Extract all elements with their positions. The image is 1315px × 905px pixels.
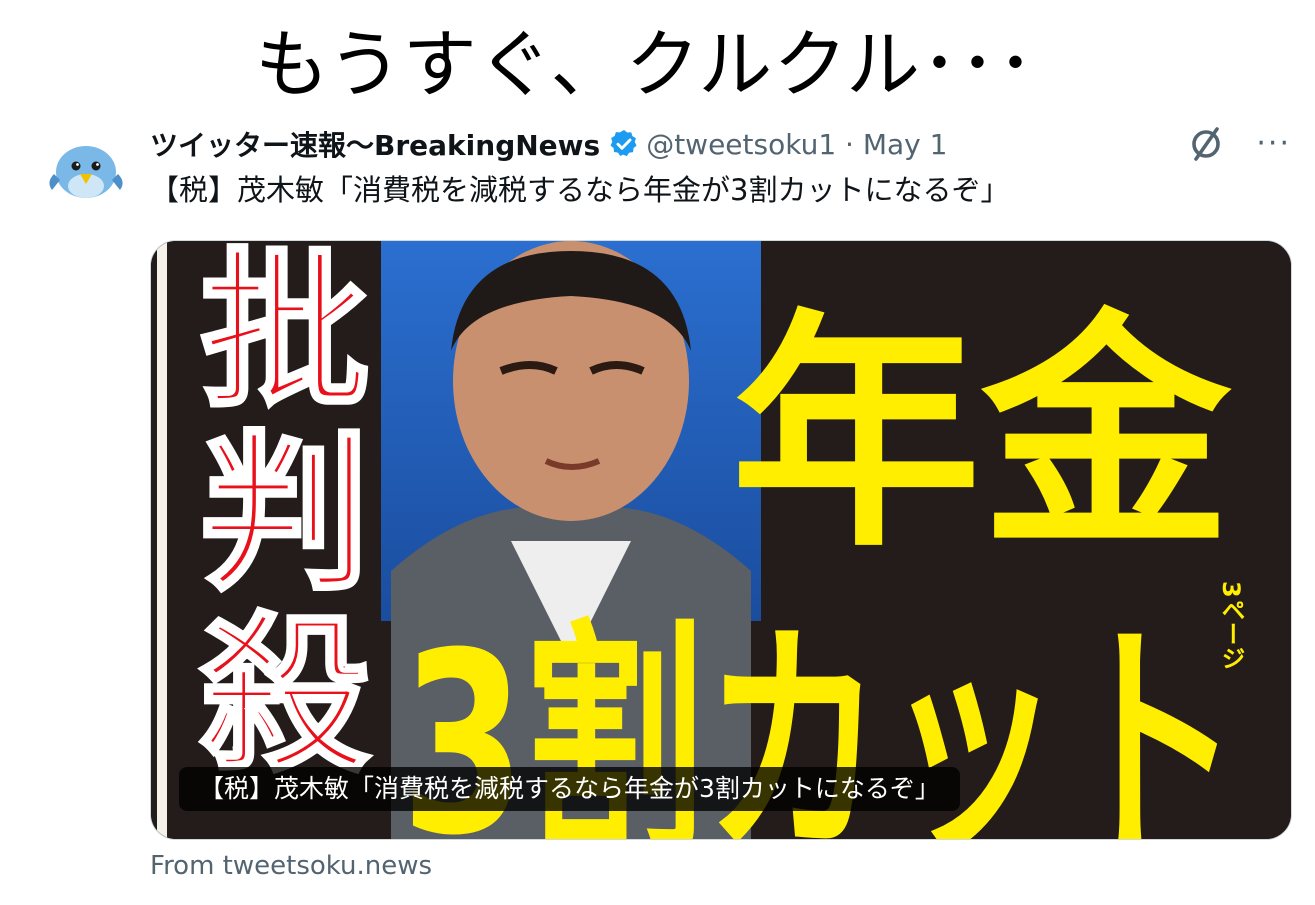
card-image: 批判殺 年金 3割カット 3ページ: [151, 241, 1291, 839]
handle-and-date[interactable]: @tweetsoku1 · May 1: [646, 128, 947, 161]
tweet-header: ツイッター速報〜BreakingNews @tweetsoku1 · May 1: [150, 122, 947, 166]
meme-caption: もうすぐ、クルクル･･･: [254, 22, 1036, 108]
more-icon[interactable]: ···: [1256, 129, 1291, 159]
headline-top: 年金: [731, 289, 1232, 580]
tweet-actions: ···: [1186, 122, 1291, 166]
bird-avatar-icon: [44, 124, 128, 208]
verified-badge-icon: [610, 130, 637, 157]
card-source[interactable]: From tweetsoku.news: [150, 846, 432, 886]
headline-left: 批判殺: [170, 241, 370, 787]
display-name[interactable]: ツイッター速報〜BreakingNews: [150, 124, 600, 164]
link-card[interactable]: 批判殺 年金 3割カット 3ページ 【税】茂木敏「消費税を減税するなら年金が3割…: [150, 240, 1292, 840]
tweet-text: 【税】茂木敏「消費税を減税するなら年金が3割カットになるぞ」: [150, 173, 1010, 207]
avatar[interactable]: [44, 124, 128, 208]
grok-icon[interactable]: [1186, 124, 1226, 164]
card-caption: 【税】茂木敏「消費税を減税するなら年金が3割カットになるぞ」: [179, 767, 960, 811]
page-ref: 3ページ: [1217, 581, 1245, 670]
